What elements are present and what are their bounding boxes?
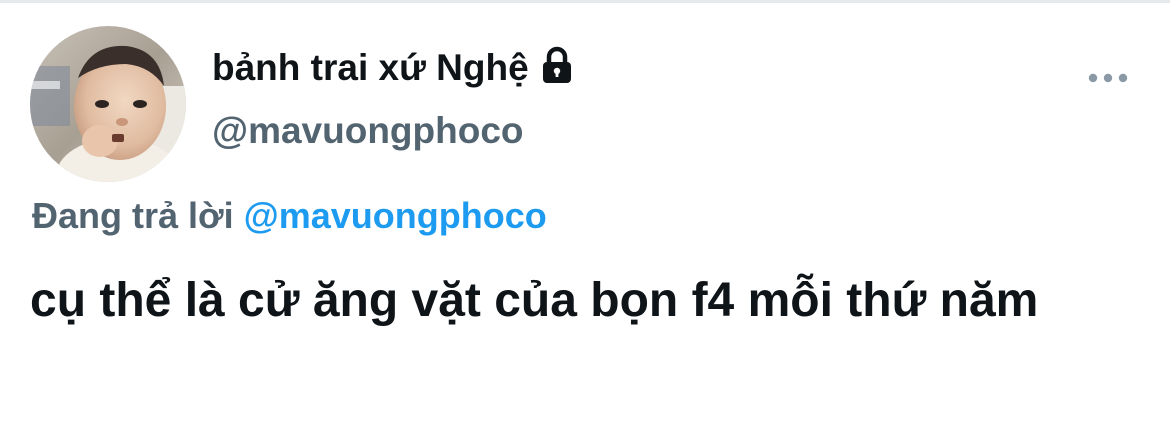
replying-to-label: Đang trả lời <box>32 195 234 236</box>
display-name-row[interactable]: bảnh trai xứ Nghệ <box>212 40 577 96</box>
avatar[interactable] <box>30 26 186 182</box>
tweet-text: cụ thể là cử ăng vặt của bọn f4 mỗi thứ … <box>30 274 1039 327</box>
lock-icon <box>537 45 577 85</box>
user-handle[interactable]: @mavuongphoco <box>212 110 524 152</box>
replying-to: Đang trả lời @mavuongphoco <box>32 195 547 237</box>
display-name: bảnh trai xứ Nghệ <box>212 47 529 88</box>
tweet: bảnh trai xứ Nghệ @mavuongphoco Đang trả… <box>0 0 1170 423</box>
more-options-button[interactable] <box>1080 60 1136 96</box>
avatar-photo <box>30 26 186 182</box>
more-options-icon <box>1088 73 1128 83</box>
replying-to-handle-link[interactable]: @mavuongphoco <box>244 195 547 236</box>
